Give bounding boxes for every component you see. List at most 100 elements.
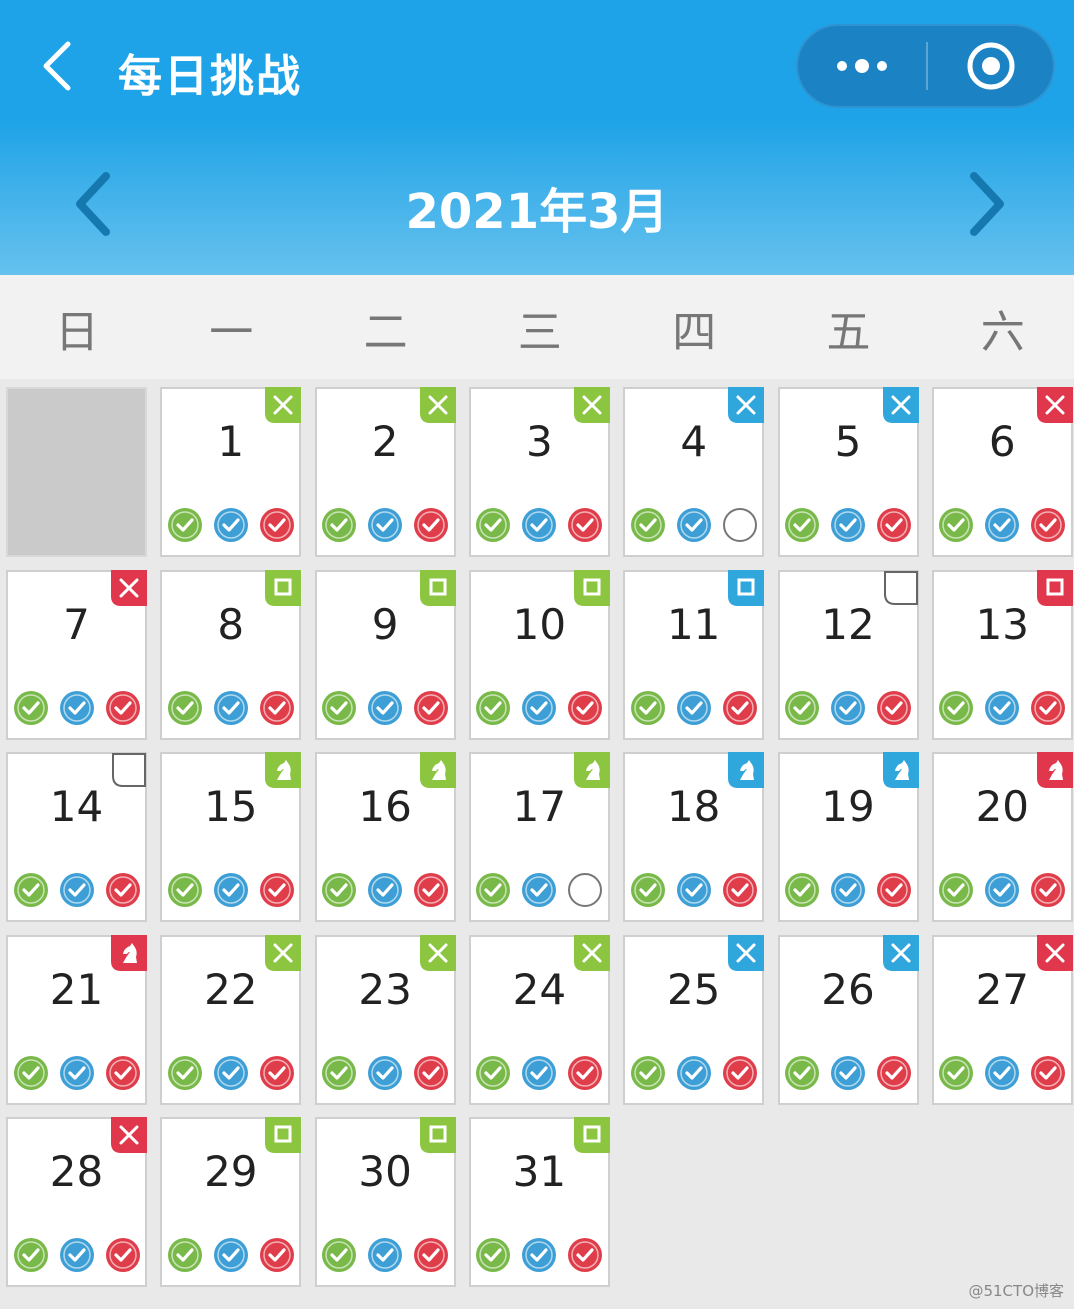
weekday-label: 三 — [517, 307, 562, 358]
back-button[interactable] — [34, 36, 84, 96]
month-title: 2021年3月 — [405, 184, 669, 240]
green-check-icon — [784, 872, 820, 908]
day-number: 28 — [49, 1147, 104, 1196]
more-button[interactable] — [798, 26, 926, 106]
challenge-status-row — [162, 872, 299, 908]
day-cell[interactable]: 23 — [314, 934, 456, 1105]
challenge-status-row — [934, 507, 1071, 543]
close-button[interactable] — [928, 26, 1053, 106]
day-number: 7 — [63, 599, 90, 649]
cross-badge-icon — [573, 387, 610, 423]
day-number: 22 — [204, 964, 258, 1014]
red-check-icon — [105, 1237, 141, 1273]
blue-check-icon — [521, 507, 557, 543]
blue-check-icon — [830, 690, 866, 726]
cross-badge-icon — [882, 387, 919, 423]
red-check-icon — [722, 690, 758, 726]
blue-check-icon — [521, 872, 557, 908]
square-badge-icon — [265, 1117, 302, 1153]
day-cell[interactable]: 9 — [314, 569, 456, 740]
challenge-status-row — [8, 872, 145, 908]
day-number: 3 — [526, 417, 553, 466]
day-cell[interactable]: 6 — [931, 387, 1073, 557]
green-check-icon — [630, 507, 666, 543]
day-cell[interactable]: 14 — [6, 752, 147, 922]
red-check-icon — [567, 507, 603, 543]
red-check-icon — [1030, 507, 1066, 543]
red-check-icon — [1030, 872, 1066, 908]
day-cell[interactable]: 13 — [931, 569, 1073, 740]
green-check-icon — [475, 507, 511, 543]
prev-month-button[interactable] — [66, 168, 122, 240]
green-check-icon — [321, 1055, 357, 1091]
day-cell[interactable]: 11 — [623, 569, 765, 740]
day-cell[interactable]: 16 — [314, 752, 456, 922]
day-cell[interactable]: 17 — [468, 752, 610, 922]
day-cell[interactable]: 3 — [468, 387, 610, 557]
challenge-status-row — [780, 690, 917, 726]
cross-badge-icon — [1036, 387, 1073, 423]
blue-check-icon — [59, 690, 95, 726]
day-cell[interactable]: 25 — [623, 934, 765, 1105]
next-month-button[interactable] — [958, 168, 1014, 240]
green-check-icon — [167, 507, 203, 543]
square-badge-icon — [1036, 569, 1073, 606]
challenge-status-row — [934, 690, 1071, 726]
blue-check-icon — [984, 690, 1020, 726]
day-number: 30 — [358, 1147, 412, 1196]
chevron-right-icon — [970, 172, 1004, 236]
challenge-status-row — [317, 872, 454, 908]
day-cell[interactable]: 24 — [468, 934, 610, 1105]
knight-badge-icon — [1036, 752, 1073, 788]
day-number: 21 — [49, 964, 104, 1014]
green-check-icon — [13, 690, 49, 726]
blue-check-icon — [984, 1055, 1020, 1091]
empty-day-cell — [6, 387, 147, 557]
challenge-status-row — [471, 507, 608, 543]
challenge-status-row — [162, 690, 299, 726]
day-number: 16 — [358, 782, 412, 831]
day-number: 2 — [371, 417, 399, 466]
red-check-icon — [413, 872, 449, 908]
green-check-icon — [630, 1055, 666, 1091]
knight-badge-icon — [111, 934, 147, 971]
day-cell[interactable]: 28 — [6, 1117, 147, 1287]
day-cell[interactable]: 15 — [160, 752, 302, 922]
day-cell[interactable]: 1 — [160, 387, 302, 557]
cross-badge-icon — [265, 387, 302, 423]
red-check-icon — [259, 1055, 295, 1091]
chevron-left-icon — [43, 41, 71, 91]
day-number: 13 — [975, 599, 1030, 649]
square-badge-icon — [265, 569, 302, 606]
cross-badge-icon — [111, 569, 147, 606]
blue-check-icon — [521, 1237, 557, 1273]
green-check-icon — [630, 690, 666, 726]
day-cell[interactable]: 20 — [931, 752, 1073, 922]
challenge-status-row — [471, 1055, 608, 1091]
day-cell[interactable]: 21 — [6, 934, 147, 1105]
day-cell[interactable]: 31 — [468, 1117, 610, 1287]
challenge-status-row — [471, 1237, 608, 1273]
challenge-status-row — [934, 1055, 1071, 1091]
day-cell[interactable]: 4 — [623, 387, 765, 557]
green-check-icon — [784, 1055, 820, 1091]
day-cell[interactable]: 30 — [314, 1117, 456, 1287]
green-check-icon — [13, 872, 49, 908]
day-cell[interactable]: 22 — [160, 934, 302, 1105]
red-check-icon — [876, 507, 912, 543]
day-cell[interactable]: 5 — [777, 387, 919, 557]
day-cell[interactable]: 8 — [160, 569, 302, 740]
day-cell[interactable]: 26 — [777, 934, 919, 1105]
day-cell[interactable]: 12 — [777, 569, 919, 740]
knight-badge-icon — [728, 752, 765, 788]
green-check-icon — [630, 872, 666, 908]
day-cell[interactable]: 29 — [160, 1117, 302, 1287]
day-cell[interactable]: 18 — [623, 752, 765, 922]
day-cell[interactable]: 2 — [314, 387, 456, 557]
outline-badge-icon — [883, 570, 919, 606]
green-check-icon — [13, 1055, 49, 1091]
day-cell[interactable]: 10 — [468, 569, 610, 740]
day-cell[interactable]: 19 — [777, 752, 919, 922]
day-cell[interactable]: 7 — [6, 569, 147, 740]
day-cell[interactable]: 27 — [931, 934, 1073, 1105]
